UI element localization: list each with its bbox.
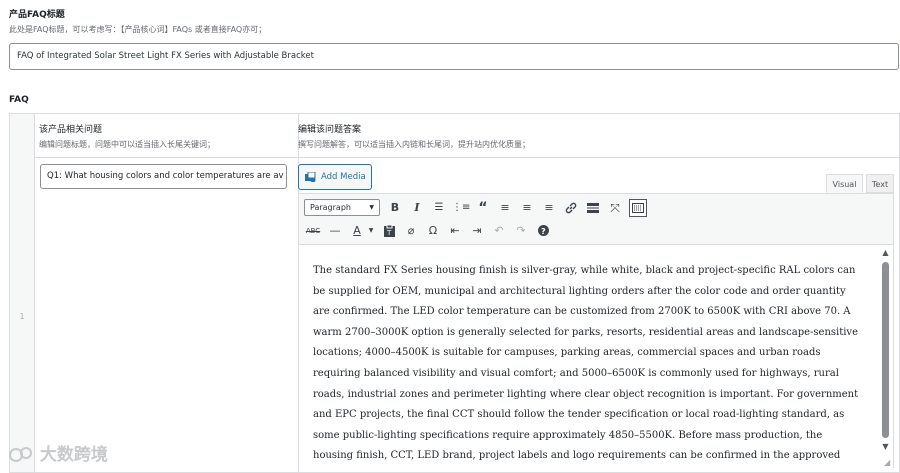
faq-title-label: 产品FAQ标题 [9, 10, 65, 20]
scroll-down-icon[interactable]: ▼ [880, 442, 891, 451]
outdent-icon[interactable]: ⇤ [446, 222, 464, 240]
format-select-value: Paragraph [310, 203, 351, 212]
watermark-text: 大数跨境 [39, 445, 108, 465]
answer-editor[interactable]: The standard FX Series housing finish is… [298, 245, 894, 468]
blockquote-icon[interactable]: “ [474, 199, 492, 217]
paste-text-icon[interactable]: T [380, 222, 398, 240]
fullscreen-icon[interactable]: ⤧ [606, 199, 624, 217]
undo-icon[interactable]: ↶ [490, 222, 508, 240]
question-column: Q1: What housing colors and color temper… [34, 114, 299, 472]
align-left-icon[interactable]: ≡ [496, 199, 514, 217]
link-icon[interactable] [562, 199, 580, 217]
row-handle[interactable]: 1 [10, 114, 35, 472]
redo-icon[interactable]: ↷ [512, 222, 530, 240]
answer-column-hint: 撰写问题解答，可以适当插入内链和长尾词，提升站内优化质量； [298, 140, 530, 149]
help-icon[interactable]: ? [534, 222, 552, 240]
bullet-list-icon[interactable]: ☰ [430, 199, 448, 217]
row-number: 1 [19, 312, 25, 321]
svg-text:?: ? [541, 227, 546, 236]
chevron-down-icon: ▼ [369, 204, 374, 211]
tab-text[interactable]: Text [866, 174, 894, 193]
add-media-icon [305, 172, 316, 182]
faq-section-label: FAQ [9, 95, 29, 105]
bold-icon[interactable]: B [386, 199, 404, 217]
faq-title-input[interactable]: FAQ of Integrated Solar Street Light FX … [9, 43, 899, 70]
special-character-icon[interactable]: Ω [424, 222, 442, 240]
numbered-list-icon[interactable]: ⋮≡ [452, 199, 470, 217]
answer-content[interactable]: The standard FX Series housing finish is… [313, 261, 861, 468]
read-more-icon[interactable] [584, 199, 602, 217]
tab-visual[interactable]: Visual [826, 174, 863, 193]
add-media-label: Add Media [321, 172, 366, 182]
question-column-hint: 编辑问题标题，问题中可以适当插入长尾关键词； [39, 140, 215, 149]
toolbar-toggle-icon[interactable] [629, 199, 647, 217]
align-right-icon[interactable]: ≡ [540, 199, 558, 217]
question-input[interactable]: Q1: What housing colors and color temper… [40, 164, 287, 189]
answer-column-title: 编辑该问题答案 [298, 125, 362, 135]
indent-icon[interactable]: ⇥ [468, 222, 486, 240]
clear-formatting-icon[interactable]: ⌀ [402, 222, 420, 240]
format-select[interactable]: Paragraph ▼ [304, 199, 380, 216]
svg-text:T: T [386, 229, 392, 237]
scroll-up-icon[interactable]: ▲ [880, 248, 891, 257]
italic-icon[interactable]: I [408, 199, 426, 217]
editor-toolbar: Paragraph ▼ B I ☰ ⋮≡ “ ≡ ≡ ≡ ⤧ ABC — A ▼… [298, 193, 894, 245]
faq-title-hint: 此处是FAQ标题，可以考虑写：【产品核心词】FAQs 或者直接FAQ亦可； [9, 25, 267, 34]
watermark-logo-icon [9, 447, 32, 462]
editor-scrollbar[interactable] [882, 262, 889, 438]
question-column-title: 该产品相关问题 [39, 125, 103, 135]
text-color-dropdown-icon[interactable]: ▼ [362, 222, 380, 240]
horizontal-line-icon[interactable]: — [326, 222, 344, 240]
add-media-button[interactable]: Add Media [298, 164, 372, 190]
strikethrough-icon[interactable]: ABC [304, 222, 322, 240]
align-center-icon[interactable]: ≡ [518, 199, 536, 217]
resize-handle-icon[interactable]: ◢ [884, 458, 890, 467]
watermark: 大数跨境 [8, 440, 108, 465]
